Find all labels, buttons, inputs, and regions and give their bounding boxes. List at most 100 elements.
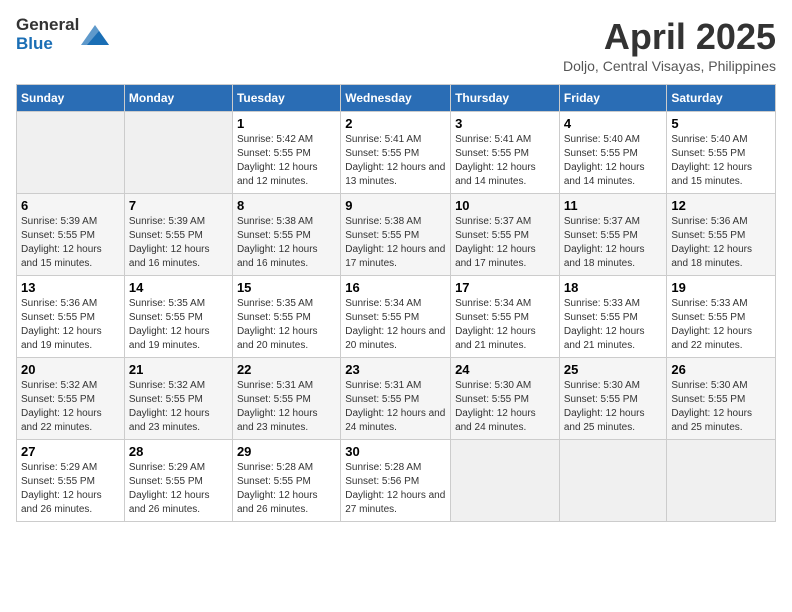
calendar-cell: 4 Sunrise: 5:40 AMSunset: 5:55 PMDaylight… — [559, 112, 667, 194]
day-info: Sunrise: 5:41 AMSunset: 5:55 PMDaylight:… — [345, 133, 446, 189]
header: General Blue April 2025 Doljo, Central V… — [16, 16, 776, 74]
calendar-cell: 1Sunrise: 5:42 AMSunset: 5:55 PMDaylight… — [232, 112, 340, 194]
day-number: 18 — [564, 280, 663, 295]
day-number: 6 — [21, 198, 120, 213]
title-section: April 2025 Doljo, Central Visayas, Phili… — [563, 16, 776, 74]
day-number: 24 — [455, 362, 555, 377]
header-wednesday: Wednesday — [341, 85, 451, 112]
calendar-cell: 30Sunrise: 5:28 AMSunset: 5:56 PMDayligh… — [341, 440, 451, 522]
day-info: Sunrise: 5:42 AMSunset: 5:55 PMDaylight:… — [237, 133, 336, 189]
calendar-cell: 6 Sunrise: 5:39 AMSunset: 5:55 PMDaylight… — [17, 194, 125, 276]
calendar-cell — [451, 440, 560, 522]
day-number: 21 — [129, 362, 228, 377]
day-info: Sunrise: 5:33 AMSunset: 5:55 PMDaylight:… — [671, 297, 771, 353]
header-sunday: Sunday — [17, 85, 125, 112]
calendar-cell: 20Sunrise: 5:32 AMSunset: 5:55 PMDayligh… — [17, 358, 125, 440]
calendar-cell: 24 Sunrise: 5:30 AMSunset: 5:55 PMDayligh… — [451, 358, 560, 440]
calendar-cell: 14 Sunrise: 5:35 AMSunset: 5:55 PMDayligh… — [124, 276, 232, 358]
day-number: 4 — [564, 116, 663, 131]
day-info: Sunrise: 5:40 AMSunset: 5:55 PMDaylight:… — [564, 133, 663, 189]
day-info: Sunrise: 5:41 AMSunset: 5:55 PMDaylight:… — [455, 133, 555, 189]
day-number: 8 — [237, 198, 336, 213]
day-info: Sunrise: 5:31 AMSunset: 5:55 PMDaylight:… — [237, 379, 336, 435]
header-monday: Monday — [124, 85, 232, 112]
day-number: 2 — [345, 116, 446, 131]
calendar-cell: 13 Sunrise: 5:36 AMSunset: 5:55 PMDayligh… — [17, 276, 125, 358]
header-saturday: Saturday — [667, 85, 776, 112]
header-friday: Friday — [559, 85, 667, 112]
calendar-cell — [667, 440, 776, 522]
calendar-cell — [124, 112, 232, 194]
day-info: Sunrise: 5:38 AMSunset: 5:55 PMDaylight:… — [237, 215, 336, 271]
calendar-header-row: SundayMondayTuesdayWednesdayThursdayFrid… — [17, 85, 776, 112]
day-info: Sunrise: 5:37 AMSunset: 5:55 PMDaylight:… — [455, 215, 555, 271]
header-thursday: Thursday — [451, 85, 560, 112]
calendar-cell: 12Sunrise: 5:36 AMSunset: 5:55 PMDayligh… — [667, 194, 776, 276]
logo-icon — [81, 25, 109, 45]
day-number: 3 — [455, 116, 555, 131]
calendar-table: SundayMondayTuesdayWednesdayThursdayFrid… — [16, 84, 776, 522]
calendar-cell: 7 Sunrise: 5:39 AMSunset: 5:55 PMDaylight… — [124, 194, 232, 276]
day-number: 11 — [564, 198, 663, 213]
day-number: 9 — [345, 198, 446, 213]
day-number: 5 — [671, 116, 771, 131]
day-number: 23 — [345, 362, 446, 377]
day-info: Sunrise: 5:32 AMSunset: 5:55 PMDaylight:… — [21, 379, 120, 435]
calendar-subtitle: Doljo, Central Visayas, Philippines — [563, 58, 776, 74]
day-info: Sunrise: 5:37 AMSunset: 5:55 PMDaylight:… — [564, 215, 663, 271]
logo: General Blue — [16, 16, 109, 53]
day-info: Sunrise: 5:39 AMSunset: 5:55 PMDaylight:… — [129, 215, 228, 271]
calendar-cell: 2 Sunrise: 5:41 AMSunset: 5:55 PMDaylight… — [341, 112, 451, 194]
day-info: Sunrise: 5:35 AMSunset: 5:55 PMDaylight:… — [237, 297, 336, 353]
day-number: 19 — [671, 280, 771, 295]
calendar-cell: 29 Sunrise: 5:28 AMSunset: 5:55 PMDayligh… — [232, 440, 340, 522]
day-number: 17 — [455, 280, 555, 295]
day-number: 27 — [21, 444, 120, 459]
day-number: 28 — [129, 444, 228, 459]
calendar-cell: 23 Sunrise: 5:31 AMSunset: 5:55 PMDayligh… — [341, 358, 451, 440]
day-number: 16 — [345, 280, 446, 295]
calendar-cell — [559, 440, 667, 522]
day-info: Sunrise: 5:31 AMSunset: 5:55 PMDaylight:… — [345, 379, 446, 435]
calendar-cell — [17, 112, 125, 194]
day-info: Sunrise: 5:29 AMSunset: 5:55 PMDaylight:… — [21, 461, 120, 517]
day-info: Sunrise: 5:34 AMSunset: 5:55 PMDaylight:… — [345, 297, 446, 353]
day-info: Sunrise: 5:29 AMSunset: 5:55 PMDaylight:… — [129, 461, 228, 517]
calendar-cell: 21Sunrise: 5:32 AMSunset: 5:55 PMDayligh… — [124, 358, 232, 440]
day-number: 29 — [237, 444, 336, 459]
calendar-cell: 8 Sunrise: 5:38 AMSunset: 5:55 PMDaylight… — [232, 194, 340, 276]
logo-general: General — [16, 16, 79, 35]
week-row-3: 13 Sunrise: 5:36 AMSunset: 5:55 PMDayligh… — [17, 276, 776, 358]
day-number: 25 — [564, 362, 663, 377]
day-number: 15 — [237, 280, 336, 295]
day-number: 10 — [455, 198, 555, 213]
calendar-cell: 10 Sunrise: 5:37 AMSunset: 5:55 PMDayligh… — [451, 194, 560, 276]
day-info: Sunrise: 5:36 AMSunset: 5:55 PMDaylight:… — [21, 297, 120, 353]
logo-blue: Blue — [16, 35, 79, 54]
day-info: Sunrise: 5:34 AMSunset: 5:55 PMDaylight:… — [455, 297, 555, 353]
calendar-cell: 3 Sunrise: 5:41 AMSunset: 5:55 PMDaylight… — [451, 112, 560, 194]
week-row-2: 6 Sunrise: 5:39 AMSunset: 5:55 PMDaylight… — [17, 194, 776, 276]
day-info: Sunrise: 5:33 AMSunset: 5:55 PMDaylight:… — [564, 297, 663, 353]
calendar-cell: 19 Sunrise: 5:33 AMSunset: 5:55 PMDayligh… — [667, 276, 776, 358]
week-row-4: 20Sunrise: 5:32 AMSunset: 5:55 PMDayligh… — [17, 358, 776, 440]
day-info: Sunrise: 5:30 AMSunset: 5:55 PMDaylight:… — [455, 379, 555, 435]
calendar-cell: 17 Sunrise: 5:34 AMSunset: 5:55 PMDayligh… — [451, 276, 560, 358]
calendar-cell: 5 Sunrise: 5:40 AMSunset: 5:55 PMDaylight… — [667, 112, 776, 194]
day-number: 22 — [237, 362, 336, 377]
day-info: Sunrise: 5:39 AMSunset: 5:55 PMDaylight:… — [21, 215, 120, 271]
day-info: Sunrise: 5:38 AMSunset: 5:55 PMDaylight:… — [345, 215, 446, 271]
week-row-1: 1Sunrise: 5:42 AMSunset: 5:55 PMDaylight… — [17, 112, 776, 194]
day-number: 13 — [21, 280, 120, 295]
day-number: 12 — [671, 198, 771, 213]
day-number: 7 — [129, 198, 228, 213]
day-number: 14 — [129, 280, 228, 295]
calendar-cell: 9 Sunrise: 5:38 AMSunset: 5:55 PMDaylight… — [341, 194, 451, 276]
header-tuesday: Tuesday — [232, 85, 340, 112]
day-info: Sunrise: 5:28 AMSunset: 5:55 PMDaylight:… — [237, 461, 336, 517]
day-info: Sunrise: 5:40 AMSunset: 5:55 PMDaylight:… — [671, 133, 771, 189]
day-info: Sunrise: 5:30 AMSunset: 5:55 PMDaylight:… — [564, 379, 663, 435]
calendar-title: April 2025 — [563, 16, 776, 58]
day-info: Sunrise: 5:35 AMSunset: 5:55 PMDaylight:… — [129, 297, 228, 353]
day-number: 30 — [345, 444, 446, 459]
